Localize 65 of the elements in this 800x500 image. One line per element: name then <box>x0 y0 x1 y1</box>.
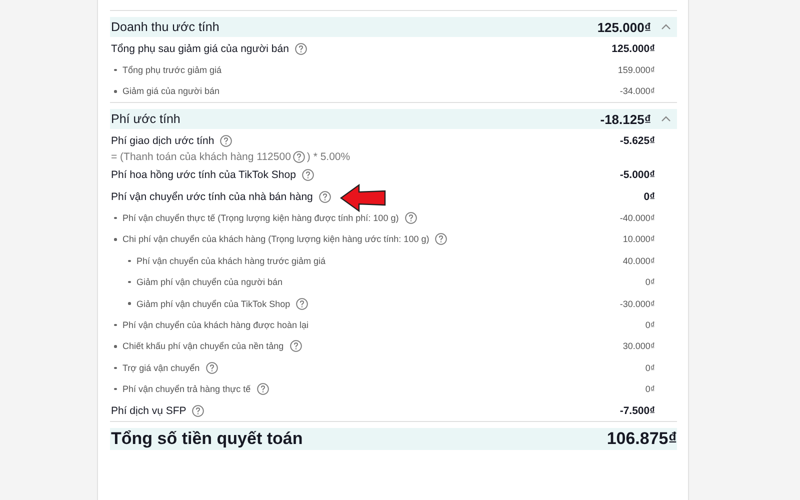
bullet-icon <box>114 388 116 390</box>
fee-label: Giảm phí vận chuyển của người bán <box>136 277 283 288</box>
bullet-icon <box>114 366 116 370</box>
bullet-icon <box>114 345 116 348</box>
fee-label: Phí giao dịch ước tính <box>111 134 214 147</box>
total-amount: 106.875₫ <box>606 429 677 450</box>
fee-label: Chi phí vận chuyển của khách hàng (Trọng lượng kiện hàng ước tính: 100 g) <box>122 234 430 244</box>
fee-label: Giảm giá của người bán <box>122 86 220 96</box>
help-icon[interactable] <box>256 383 269 396</box>
fee-amount: -34.000₫ <box>620 86 655 96</box>
total-label: Tổng số tiền quyết toán <box>111 429 303 450</box>
fee-amount: -7.500₫ <box>620 404 655 417</box>
fee-amount: 30.000₫ <box>622 341 655 352</box>
help-icon[interactable] <box>302 169 314 182</box>
formula-text: ) * 5.00% <box>306 150 350 163</box>
fee-amount: 40.000₫ <box>622 256 655 266</box>
bullet-icon <box>114 238 116 241</box>
fee-amount: -5.625₫ <box>620 134 655 147</box>
fee-label: Tổng phụ trước giảm giá <box>122 65 222 76</box>
fee-amount: -5.000₫ <box>620 169 655 182</box>
help-icon[interactable] <box>404 212 417 224</box>
fee-amount: 0₫ <box>645 277 655 288</box>
fee-label: Giảm phí vận chuyển của TikTok Shop <box>136 298 290 309</box>
fee-label: Tổng phụ sau giảm giá của người bán <box>111 42 289 55</box>
section-amount: 125.000₫ <box>597 20 651 34</box>
help-icon[interactable] <box>206 362 218 374</box>
fee-amount: -40.000₫ <box>620 213 655 224</box>
fee-label: Phí vận chuyển của khách hàng được hoàn lại <box>122 320 309 330</box>
section-title: Phí ước tính <box>111 112 182 126</box>
bullet-icon <box>114 324 116 326</box>
fee-amount: 125.000₫ <box>612 42 655 55</box>
help-icon[interactable] <box>435 233 448 246</box>
fee-amount: 0₫ <box>645 362 655 373</box>
fee-label: Phí dịch vụ SFP <box>111 404 186 417</box>
fee-amount: 0₫ <box>645 320 655 330</box>
formula-text: = (Thanh toán của khách hàng 112500 <box>111 150 291 163</box>
bullet-icon <box>114 90 116 93</box>
bullet-icon <box>128 280 130 284</box>
help-icon[interactable] <box>292 150 305 163</box>
bullet-icon <box>128 302 130 305</box>
help-icon[interactable] <box>220 134 232 147</box>
fee-amount: -30.000₫ <box>620 298 655 309</box>
help-icon[interactable] <box>192 404 204 417</box>
fee-label: Phí hoa hồng ước tính của TikTok Shop <box>111 169 296 182</box>
fee-label: Phí vận chuyển ước tính của nhà bán hàng <box>111 190 313 203</box>
fee-label: Phí vận chuyển thực tế (Trọng lượng kiện hàng được tính phí: 100 g) <box>122 213 399 224</box>
help-icon[interactable] <box>294 42 307 55</box>
help-icon[interactable] <box>296 298 308 310</box>
bullet-icon <box>114 68 116 72</box>
help-icon[interactable] <box>290 340 302 352</box>
fee-label: Phí vận chuyển trả hàng thực tế <box>122 384 251 394</box>
bullet-icon <box>128 260 130 262</box>
bullet-icon <box>114 216 116 220</box>
help-icon[interactable] <box>318 190 331 203</box>
collapse-icon[interactable] <box>661 116 671 122</box>
section-amount: -18.125₫ <box>600 112 651 127</box>
fee-label: Trợ giá vận chuyển <box>122 362 200 373</box>
fee-label: Phí vận chuyển của khách hàng trước giảm giá <box>136 256 326 266</box>
fee-amount: 0₫ <box>644 190 655 203</box>
fee-amount: 0₫ <box>645 384 655 394</box>
section-title: Doanh thu ước tính <box>111 20 220 34</box>
collapse-icon[interactable] <box>661 24 671 30</box>
fee-label: Chiết khấu phí vận chuyển của nền tảng <box>122 341 284 352</box>
fee-amount: 159.000₫ <box>618 65 655 76</box>
fee-amount: 10.000₫ <box>622 234 655 244</box>
